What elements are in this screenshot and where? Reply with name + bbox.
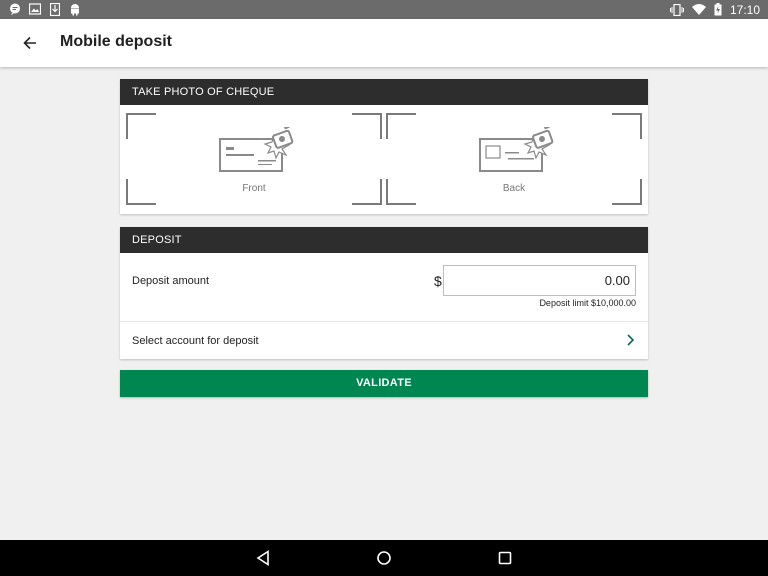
front-label: Front bbox=[242, 183, 266, 194]
frame-corner bbox=[386, 113, 416, 139]
cheque-front-camera-icon bbox=[219, 127, 294, 172]
back-label: Back bbox=[502, 183, 526, 194]
deposit-limit-text: Deposit limit $10,000.00 bbox=[539, 298, 636, 308]
notification-icons bbox=[8, 2, 82, 16]
deposit-card: DEPOSIT Deposit amount $ Deposit limit $… bbox=[120, 227, 648, 359]
clock: 17:10 bbox=[729, 2, 760, 17]
photo-section-header: TAKE PHOTO OF CHEQUE bbox=[120, 79, 648, 105]
currency-symbol: $ bbox=[434, 273, 442, 289]
back-photo-button[interactable]: Back bbox=[386, 113, 642, 205]
android-notification-icon bbox=[68, 2, 82, 16]
nav-recents-icon bbox=[498, 551, 512, 565]
cheque-back-camera-icon bbox=[479, 127, 554, 172]
validate-button[interactable]: VALIDATE bbox=[120, 370, 648, 397]
select-account-row[interactable]: Select account for deposit bbox=[120, 322, 648, 359]
nav-recents-button[interactable] bbox=[495, 548, 515, 568]
deposit-amount-label: Deposit amount bbox=[132, 275, 210, 287]
frame-corner bbox=[612, 113, 642, 139]
nav-back-button[interactable] bbox=[253, 548, 273, 568]
nav-home-icon bbox=[377, 551, 391, 565]
nav-back-icon bbox=[256, 550, 269, 566]
photo-card: TAKE PHOTO OF CHEQUE Front Back bbox=[120, 79, 648, 214]
deposit-amount-input[interactable] bbox=[443, 265, 636, 296]
nav-home-button[interactable] bbox=[374, 548, 394, 568]
status-bar: 17:10 bbox=[0, 0, 768, 19]
chat-notification-icon bbox=[8, 2, 22, 16]
frame-corner bbox=[126, 113, 156, 139]
image-notification-icon bbox=[28, 2, 42, 16]
battery-charging-icon bbox=[714, 3, 722, 16]
front-photo-button[interactable]: Front bbox=[126, 113, 382, 205]
download-notification-icon bbox=[48, 2, 62, 16]
wifi-icon bbox=[691, 4, 706, 15]
frame-corner bbox=[352, 113, 382, 139]
page-title: Mobile deposit bbox=[60, 33, 172, 50]
chevron-right-icon bbox=[627, 334, 635, 346]
select-account-label: Select account for deposit bbox=[132, 335, 259, 347]
navigation-bar bbox=[0, 540, 768, 576]
deposit-amount-row: Deposit amount $ Deposit limit $10,000.0… bbox=[120, 253, 648, 321]
app-bar: Mobile deposit bbox=[0, 19, 768, 67]
deposit-section-header: DEPOSIT bbox=[120, 227, 648, 253]
arrow-back-icon bbox=[23, 36, 36, 50]
system-icons: 17:10 bbox=[669, 0, 760, 19]
back-button[interactable] bbox=[18, 31, 42, 55]
vibrate-icon bbox=[669, 3, 684, 16]
